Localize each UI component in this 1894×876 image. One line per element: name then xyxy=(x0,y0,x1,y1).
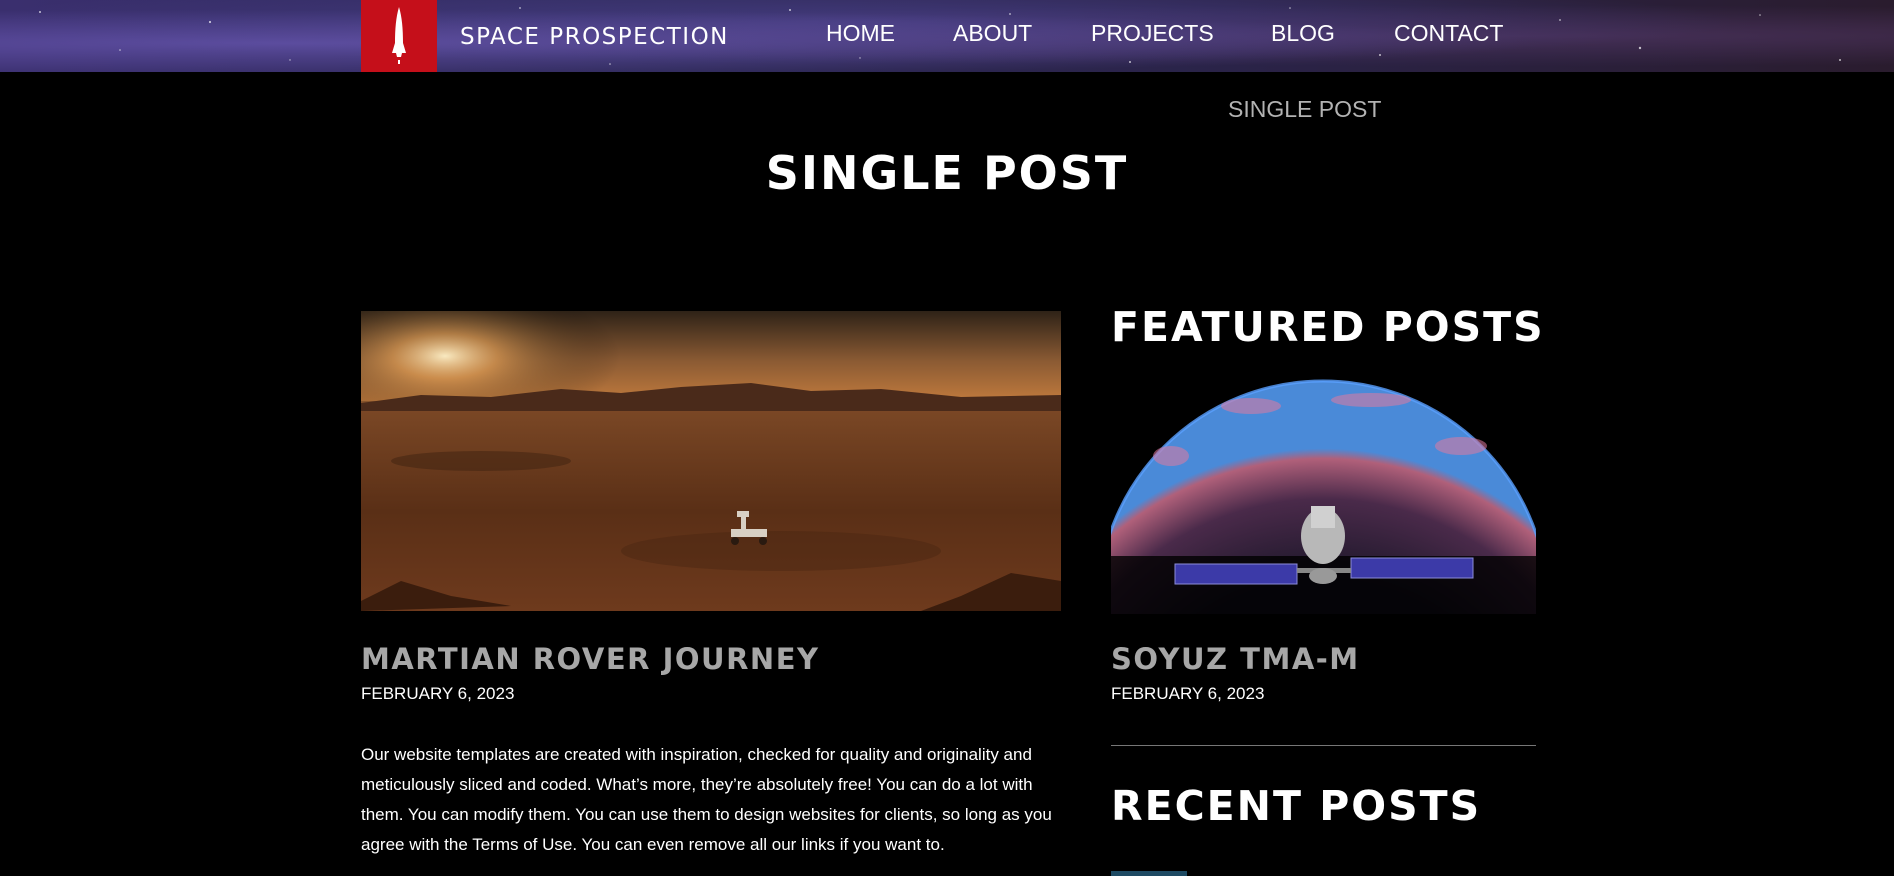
site-name[interactable]: SPACE PROSPECTION xyxy=(460,24,729,50)
site-header: SPACE PROSPECTION HOME ABOUT PROJECTS BL… xyxy=(0,0,1894,72)
nav-about[interactable]: ABOUT xyxy=(953,20,1032,47)
post-image-mars-rover[interactable] xyxy=(361,311,1061,611)
featured-post-image-space-station[interactable] xyxy=(1111,376,1536,614)
page-title: SINGLE POST xyxy=(765,146,1129,200)
nav-projects[interactable]: PROJECTS xyxy=(1091,20,1214,47)
featured-post-date: FEBRUARY 6, 2023 xyxy=(1111,684,1265,703)
post-title[interactable]: MARTIAN ROVER JOURNEY xyxy=(361,642,820,676)
logo-link[interactable] xyxy=(361,0,437,72)
nav-home[interactable]: HOME xyxy=(826,20,895,47)
featured-posts-heading: FEATURED POSTS xyxy=(1111,303,1545,351)
rocket-icon xyxy=(392,7,406,64)
post-date: FEBRUARY 6, 2023 xyxy=(361,684,515,703)
sidebar-divider xyxy=(1111,745,1536,746)
post-body: Our website templates are created with i… xyxy=(361,745,1052,854)
nav-blog[interactable]: BLOG xyxy=(1271,20,1335,47)
breadcrumb: SINGLE POST xyxy=(1228,96,1382,122)
recent-posts-heading: RECENT POSTS xyxy=(1111,782,1482,830)
featured-post-title[interactable]: SOYUZ TMA-M xyxy=(1111,642,1360,676)
starfield-background xyxy=(39,7,1841,65)
nav-contact[interactable]: CONTACT xyxy=(1394,20,1503,47)
mars-landscape-illustration xyxy=(361,311,1061,611)
space-station-illustration xyxy=(1111,379,1536,614)
recent-post-thumbnail[interactable] xyxy=(1111,871,1187,876)
